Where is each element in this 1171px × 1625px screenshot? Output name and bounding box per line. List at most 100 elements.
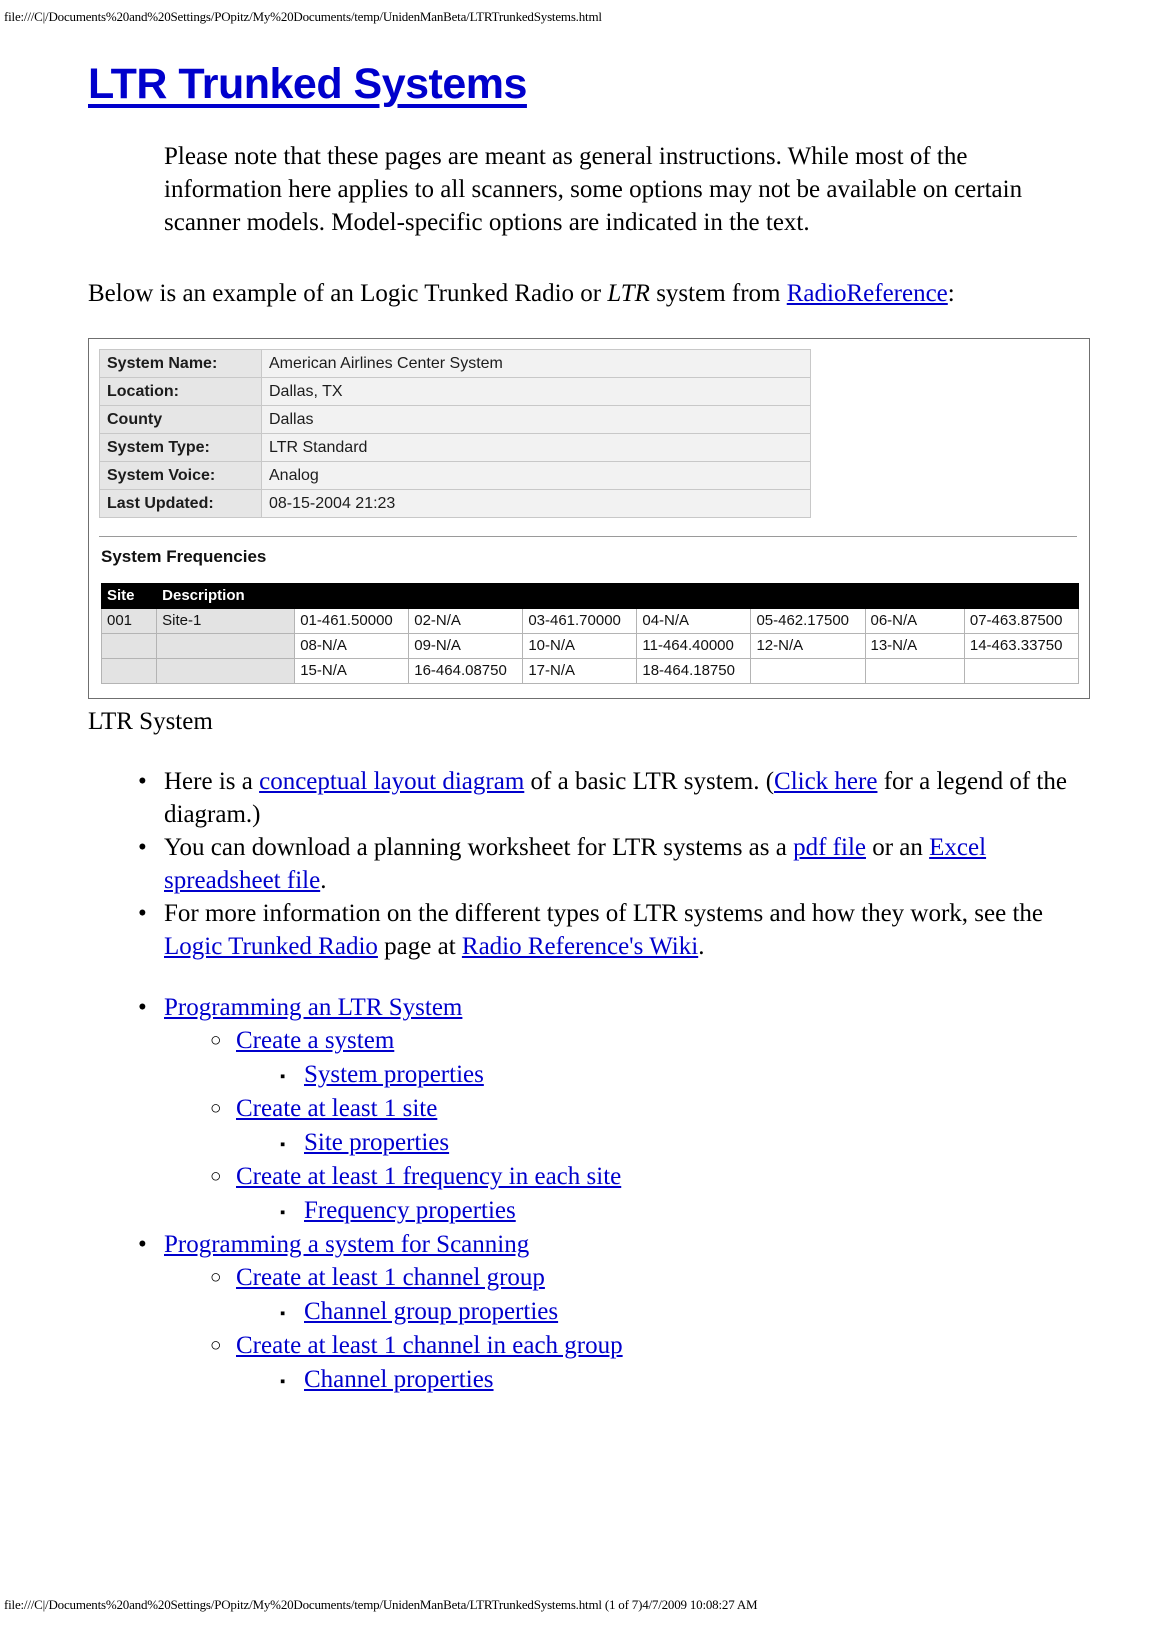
- radioreference-link[interactable]: RadioReference: [787, 280, 948, 307]
- lead-paragraph: Below is an example of an Logic Trunked …: [0, 277, 1171, 310]
- freq-cell: 18-464.18750: [636, 658, 752, 684]
- nav-sublist-level2: ○ Create a system ▪ System properties ○ Creat…: [164, 1024, 1171, 1228]
- freq-cell: [963, 658, 1080, 684]
- lead-italic-ltr: LTR: [607, 280, 650, 307]
- list-item: • Here is a conceptual layout diagram of …: [138, 765, 1079, 831]
- frequencies-header: Site Description: [100, 583, 1080, 609]
- nav-sublist-level3: ▪ System properties: [236, 1058, 1171, 1092]
- freq-cell: 05-462.17500: [750, 608, 866, 634]
- bullet-marker-icon: •: [138, 834, 147, 861]
- freq-description-cell: Site-1: [156, 608, 296, 634]
- frequencies-header-cell: [408, 583, 524, 609]
- nav-item-level2: ○ Create at least 1 channel in each group…: [210, 1329, 1171, 1397]
- nav-item-level2: ○ Create at least 1 site ▪ Site properties: [210, 1092, 1171, 1160]
- frequencies-header-cell: Site: [100, 583, 158, 609]
- nav-item-level3: ▪ Site properties: [280, 1126, 1171, 1160]
- nav-sublist-level3: ▪ Channel properties: [236, 1363, 1171, 1397]
- lead-text-after: :: [947, 280, 955, 307]
- system-info-rows: System Name: American Airlines Center Sys…: [99, 349, 811, 518]
- info-row-label: County: [99, 405, 262, 434]
- bullet-marker-icon: •: [138, 900, 147, 927]
- frequencies-header-row: Site Description: [100, 583, 1080, 609]
- bullet-disc-icon: •: [138, 994, 147, 1021]
- inline-text: or an: [865, 834, 930, 861]
- nav-sublist-level2: ○ Create at least 1 channel group ▪ Channel…: [164, 1261, 1171, 1397]
- info-row-value: 08-15-2004 21:23: [261, 489, 811, 518]
- frequencies-header-cell: [294, 583, 410, 609]
- frequencies-header-cell: [750, 583, 866, 609]
- info-row-label: System Name:: [99, 349, 262, 378]
- info-row-value: LTR Standard: [261, 433, 811, 462]
- table-row: 15-N/A 16-464.08750 17-N/A 18-464.18750: [100, 658, 1080, 684]
- nav-link-level1[interactable]: Programming a system for Scanning: [164, 1231, 529, 1258]
- freq-cell: 03-461.70000: [522, 608, 638, 634]
- table-row: 08-N/A 09-N/A 10-N/A 11-464.40000 12-N/A 13-N…: [100, 633, 1080, 659]
- freq-cell: 10-N/A: [522, 633, 638, 659]
- nav-link-level3[interactable]: System properties: [304, 1061, 484, 1088]
- bullet-square-icon: ▪: [280, 1137, 286, 1153]
- bullet-disc-icon: •: [138, 1231, 147, 1258]
- system-frequencies-heading: System Frequencies: [101, 547, 267, 566]
- inline-link[interactable]: Click here: [774, 768, 877, 795]
- document-body: LTR Trunked Systems Please note that the…: [0, 60, 1171, 1397]
- bullet-circle-icon: ○: [210, 1030, 222, 1051]
- freq-cell: 06-N/A: [864, 608, 965, 634]
- section-divider: [99, 536, 1077, 537]
- freq-cell: 15-N/A: [294, 658, 410, 684]
- nav-link-level3[interactable]: Channel group properties: [304, 1298, 558, 1325]
- nav-link-level3[interactable]: Frequency properties: [304, 1197, 516, 1224]
- bullet-circle-icon: ○: [210, 1098, 222, 1119]
- nav-item-level2: ○ Create at least 1 channel group ▪ Channel…: [210, 1261, 1171, 1329]
- lead-text-before: Below is an example of an Logic Trunked …: [88, 280, 608, 307]
- info-row: Last Updated: 08-15-2004 21:23: [99, 489, 811, 518]
- inline-link[interactable]: conceptual layout diagram: [259, 768, 524, 795]
- nav-link-level3[interactable]: Site properties: [304, 1129, 449, 1156]
- inline-link[interactable]: pdf file: [793, 834, 866, 861]
- nav-link-level2[interactable]: Create at least 1 site: [236, 1095, 437, 1122]
- nav-item-level3: ▪ Frequency properties: [280, 1194, 1171, 1228]
- freq-cell: 17-N/A: [522, 658, 638, 684]
- nav-link-level2[interactable]: Create at least 1 frequency in each site: [236, 1163, 621, 1190]
- general-note-text: Please note that these pages are meant a…: [164, 143, 1023, 236]
- freq-cell: 08-N/A: [294, 633, 410, 659]
- bullet-square-icon: ▪: [280, 1374, 286, 1390]
- info-row-value: Analog: [261, 461, 811, 490]
- freq-cell: 14-463.33750: [963, 633, 1080, 659]
- inline-text: .: [320, 867, 327, 894]
- freq-cell: 13-N/A: [864, 633, 965, 659]
- freq-cell: 12-N/A: [750, 633, 866, 659]
- inline-link[interactable]: Logic Trunked Radio: [164, 933, 378, 960]
- nav-item-level3: ▪ System properties: [280, 1058, 1171, 1092]
- info-row-label: Location:: [99, 377, 262, 406]
- print-header-url: file:///C|/Documents%20and%20Settings/PO…: [4, 9, 602, 24]
- general-note: Please note that these pages are meant a…: [0, 140, 1034, 239]
- inline-text: For more information on the different ty…: [164, 900, 1044, 927]
- nav-link-level1[interactable]: Programming an LTR System: [164, 994, 462, 1021]
- info-row: County Dallas: [99, 405, 811, 434]
- page-title: LTR Trunked Systems: [88, 60, 527, 108]
- radioreference-screenshot: System Name: American Airlines Center Sys…: [88, 338, 1090, 699]
- freq-site-cell: [100, 633, 158, 659]
- frequencies-header-cell: Description: [156, 583, 296, 609]
- system-frequencies-table: Site Description 001 Site-1 01-461.50000 02-…: [100, 583, 1080, 684]
- frequencies-header-cell: [522, 583, 638, 609]
- nav-link-level2[interactable]: Create a system: [236, 1027, 394, 1054]
- nav-link-level2[interactable]: Create at least 1 channel in each group: [236, 1332, 623, 1359]
- inline-text: page at: [377, 933, 462, 960]
- bullet-circle-icon: ○: [210, 1166, 222, 1187]
- inline-link[interactable]: Radio Reference's Wiki: [462, 933, 698, 960]
- table-row: 001 Site-1 01-461.50000 02-N/A 03-461.70000 0…: [100, 608, 1080, 634]
- info-row: Location: Dallas, TX: [99, 377, 811, 406]
- info-row: System Voice: Analog: [99, 461, 811, 490]
- nav-link-level2[interactable]: Create at least 1 channel group: [236, 1264, 545, 1291]
- frequencies-header-cell: [963, 583, 1080, 609]
- inline-text: You can download a planning worksheet fo…: [164, 834, 794, 861]
- freq-cell: 07-463.87500: [963, 608, 1080, 634]
- nav-link-level3[interactable]: Channel properties: [304, 1366, 494, 1393]
- list-item: • For more information on the different t…: [138, 897, 1079, 963]
- bullet-circle-icon: ○: [210, 1335, 222, 1356]
- freq-cell: 09-N/A: [408, 633, 524, 659]
- info-row-label: System Type:: [99, 433, 262, 462]
- bullet-circle-icon: ○: [210, 1267, 222, 1288]
- print-footer-url: file:///C|/Documents%20and%20Settings/PO…: [4, 1597, 758, 1612]
